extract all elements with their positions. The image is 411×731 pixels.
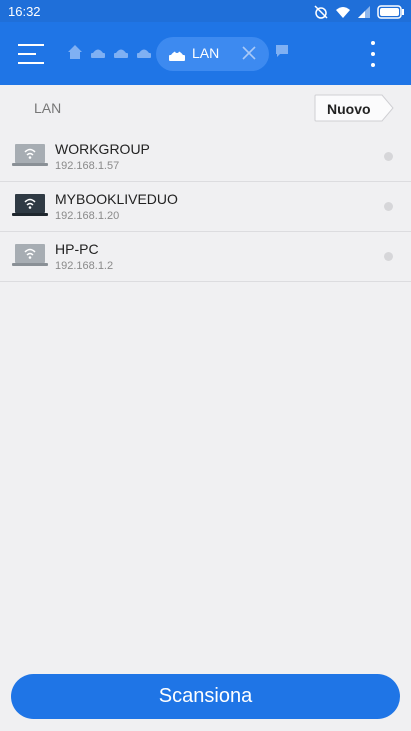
- signal-icon: [358, 6, 370, 18]
- laptop-wifi-icon: [12, 194, 48, 216]
- close-icon[interactable]: [241, 45, 257, 61]
- new-button-label: Nuovo: [327, 101, 371, 117]
- menu-line-icon: [18, 53, 36, 55]
- menu-line-icon: [18, 62, 44, 64]
- status-time: 16:32: [8, 4, 41, 19]
- dot-icon: [371, 52, 375, 56]
- wifi-icon: [336, 7, 350, 18]
- device-list: WORKGROUP 192.168.1.57 MYBOOKLIVEDUO 192…: [0, 132, 411, 282]
- new-button[interactable]: Nuovo: [314, 94, 394, 122]
- status-dot-icon: [384, 252, 393, 261]
- more-options-button[interactable]: [366, 41, 380, 67]
- status-dot-icon: [384, 152, 393, 161]
- device-ip: 192.168.1.2: [55, 260, 114, 272]
- message-icon[interactable]: [275, 44, 289, 58]
- battery-icon: [377, 5, 404, 19]
- home-icon[interactable]: [67, 44, 83, 60]
- device-name: HP-PC: [55, 241, 99, 257]
- laptop-wifi-icon: [12, 244, 48, 266]
- scan-button[interactable]: Scansiona: [11, 674, 400, 719]
- network-drive-icon[interactable]: [90, 44, 106, 60]
- device-name: MYBOOKLIVEDUO: [55, 191, 178, 207]
- status-bar: 16:32: [0, 0, 411, 22]
- status-dot-icon: [384, 202, 393, 211]
- dot-icon: [371, 63, 375, 67]
- device-row[interactable]: WORKGROUP 192.168.1.57: [0, 132, 411, 182]
- status-icons: [313, 4, 405, 20]
- network-drive-icon[interactable]: [113, 44, 129, 60]
- device-name: WORKGROUP: [55, 141, 150, 157]
- dot-icon: [371, 41, 375, 45]
- alarm-off-icon: [314, 5, 328, 19]
- app-bar: LAN: [0, 22, 411, 85]
- device-ip: 192.168.1.20: [55, 210, 120, 222]
- menu-line-icon: [18, 44, 44, 46]
- tab-lan-label: LAN: [192, 45, 220, 61]
- tab-lan[interactable]: LAN: [156, 37, 269, 71]
- current-path-label: LAN: [34, 100, 62, 116]
- device-row[interactable]: MYBOOKLIVEDUO 192.168.1.20: [0, 182, 411, 232]
- device-row[interactable]: HP-PC 192.168.1.2: [0, 232, 411, 282]
- laptop-wifi-icon: [12, 144, 48, 166]
- menu-button[interactable]: [18, 41, 44, 67]
- network-drive-icon[interactable]: [136, 44, 152, 60]
- lan-icon: [169, 49, 185, 61]
- device-ip: 192.168.1.57: [55, 160, 120, 172]
